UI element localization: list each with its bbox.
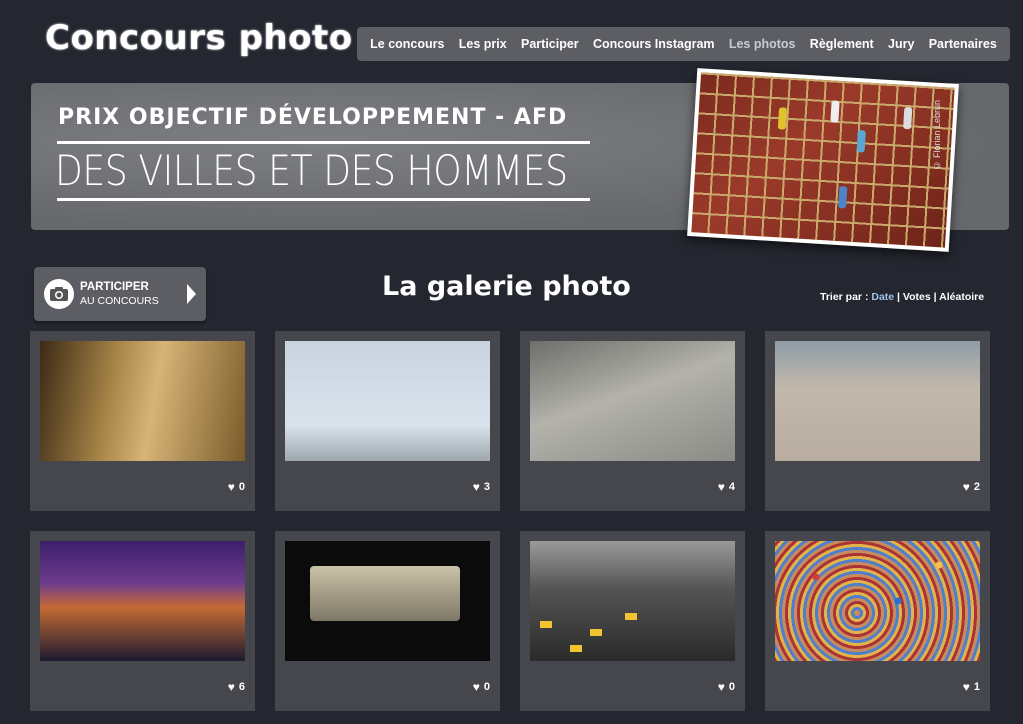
like-count[interactable]: ♥ 3	[473, 481, 490, 493]
banner-divider-bottom	[57, 198, 590, 201]
nav-jury[interactable]: Jury	[888, 37, 914, 51]
photo-thumbnail[interactable]	[285, 341, 490, 461]
heart-icon: ♥	[227, 480, 235, 494]
nav-les-photos[interactable]: Les photos	[729, 37, 796, 51]
photo-thumbnail[interactable]	[40, 341, 245, 461]
heart-icon: ♥	[472, 480, 480, 494]
nav-les-prix[interactable]: Les prix	[459, 37, 507, 51]
gallery-card[interactable]: ♥ 0	[275, 531, 500, 711]
site-title[interactable]: Concours photo	[45, 18, 353, 58]
heart-icon: ♥	[962, 480, 970, 494]
like-count-value: 0	[483, 681, 490, 693]
heart-icon: ♥	[472, 680, 480, 694]
worker-figure	[838, 186, 848, 209]
like-count[interactable]: ♥ 0	[228, 481, 245, 493]
sort-by-random[interactable]: Aléatoire	[939, 291, 984, 303]
taxi-shape	[540, 621, 552, 628]
heart-icon: ♥	[717, 480, 725, 494]
like-count[interactable]: ♥ 0	[473, 681, 490, 693]
photo-thumbnail[interactable]	[285, 541, 490, 661]
like-count[interactable]: ♥ 6	[228, 681, 245, 693]
gallery-card[interactable]: ♥ 0	[520, 531, 745, 711]
nav-reglement[interactable]: Règlement	[810, 37, 874, 51]
worker-figure	[856, 130, 866, 153]
like-count-value: 6	[238, 681, 245, 693]
photo-thumbnail[interactable]	[775, 541, 980, 661]
camera-icon	[44, 279, 74, 309]
sort-by-votes[interactable]: Votes	[903, 291, 931, 303]
chevron-right-icon	[187, 284, 196, 304]
nav-participer[interactable]: Participer	[521, 37, 579, 51]
like-count-value: 3	[483, 481, 490, 493]
banner-kicker: PRIX OBJECTIF DÉVELOPPEMENT - AFD	[58, 105, 568, 130]
like-count-value: 2	[973, 481, 980, 493]
sort-by-date[interactable]: Date	[871, 291, 894, 303]
participate-button-label: PARTICIPER AU CONCOURS	[80, 280, 159, 308]
sort-label: Trier par :	[820, 291, 869, 303]
heart-icon: ♥	[227, 680, 235, 694]
like-count-value: 4	[728, 481, 735, 493]
banner-photo-image	[691, 72, 955, 248]
heart-icon: ♥	[962, 680, 970, 694]
photo-thumbnail[interactable]	[40, 541, 245, 661]
gallery-card[interactable]: ♥ 0	[30, 331, 255, 511]
taxi-shape	[590, 629, 602, 636]
sort-separator: |	[933, 291, 937, 303]
gallery-title: La galerie photo	[382, 271, 631, 302]
like-count[interactable]: ♥ 1	[963, 681, 980, 693]
photo-thumbnail[interactable]	[530, 341, 735, 461]
banner-divider-top	[57, 141, 590, 144]
like-count[interactable]: ♥ 2	[963, 481, 980, 493]
worker-figure	[777, 107, 788, 130]
gallery-card[interactable]: ♥ 3	[275, 331, 500, 511]
like-count-value: 0	[238, 481, 245, 493]
nav-le-concours[interactable]: Le concours	[370, 37, 444, 51]
photo-thumbnail[interactable]	[775, 341, 980, 461]
taxi-shape	[625, 613, 637, 620]
main-nav: Le concours Les prix Participer Concours…	[357, 27, 1010, 61]
worker-figure	[903, 106, 913, 130]
worker-figure	[830, 100, 840, 123]
like-count[interactable]: ♥ 4	[718, 481, 735, 493]
sort-separator: |	[897, 291, 900, 303]
heart-icon: ♥	[717, 680, 725, 694]
nav-concours-instagram[interactable]: Concours Instagram	[593, 37, 715, 51]
gallery-card[interactable]: ♥ 1	[765, 531, 990, 711]
nav-partenaires[interactable]: Partenaires	[929, 37, 997, 51]
participate-button[interactable]: PARTICIPER AU CONCOURS	[34, 267, 206, 321]
gallery-card[interactable]: ♥ 4	[520, 331, 745, 511]
banner-headline: DES VILLES ET DES HOMMES	[55, 146, 568, 195]
like-count-value: 1	[973, 681, 980, 693]
like-count-value: 0	[728, 681, 735, 693]
photo-thumbnail[interactable]	[530, 541, 735, 661]
banner-photo	[687, 68, 959, 252]
participate-line1: PARTICIPER	[80, 281, 149, 293]
like-count[interactable]: ♥ 0	[718, 681, 735, 693]
gallery-card[interactable]: ♥ 2	[765, 331, 990, 511]
gallery-card[interactable]: ♥ 6	[30, 531, 255, 711]
train-window-view	[310, 566, 460, 621]
sort-controls: Trier par : Date | Votes | Aléatoire	[820, 291, 984, 303]
taxi-shape	[570, 645, 582, 652]
photo-credit: © Florian Lebrun	[932, 100, 942, 171]
participate-line2: AU CONCOURS	[80, 295, 159, 307]
